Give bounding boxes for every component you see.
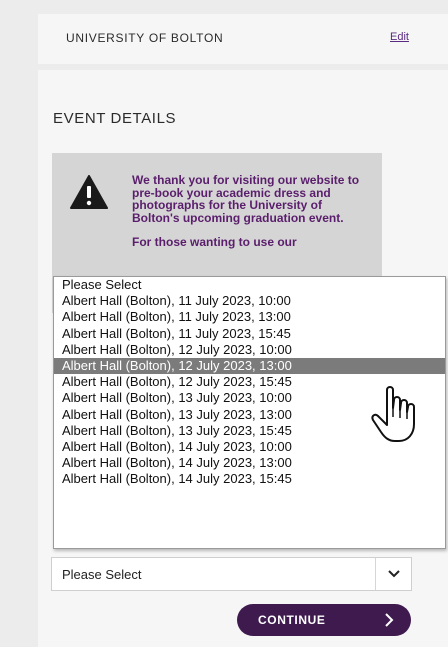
dropdown-option-highlighted[interactable]: Albert Hall (Bolton), 12 July 2023, 13:0… [54, 357, 445, 375]
chevron-down-icon[interactable] [387, 568, 401, 580]
hand-pointer-icon [371, 386, 415, 442]
select-value: Please Select [62, 567, 142, 582]
continue-button[interactable]: CONTINUE [237, 604, 411, 636]
edit-link[interactable]: Edit [390, 31, 409, 43]
dropdown-option[interactable]: Albert Hall (Bolton), 11 July 2023, 10:0… [54, 293, 445, 309]
section-title: EVENT DETAILS [53, 110, 177, 127]
dropdown-option[interactable]: Albert Hall (Bolton), 14 July 2023, 15:4… [54, 471, 445, 487]
event-select[interactable]: Please Select [51, 557, 412, 591]
chevron-right-icon [385, 613, 394, 627]
notice-text: We thank you for visiting our website to… [132, 174, 372, 261]
notice-paragraph: For those wanting to use our [132, 235, 297, 249]
continue-label: CONTINUE [258, 613, 326, 627]
dropdown-option[interactable]: Albert Hall (Bolton), 12 July 2023, 10:0… [54, 342, 445, 358]
dropdown-option[interactable]: Albert Hall (Bolton), 11 July 2023, 13:0… [54, 309, 445, 325]
university-name: UNIVERSITY OF BOLTON [66, 31, 224, 45]
dropdown-option[interactable]: Please Select [54, 277, 445, 293]
warning-icon [70, 175, 108, 209]
dropdown-option[interactable]: Albert Hall (Bolton), 11 July 2023, 15:4… [54, 326, 445, 342]
university-header: UNIVERSITY OF BOLTON Edit [38, 14, 448, 64]
select-divider [375, 558, 376, 590]
dropdown-option[interactable]: Albert Hall (Bolton), 14 July 2023, 13:0… [54, 455, 445, 471]
notice-paragraph: We thank you for visiting our website to… [132, 173, 360, 225]
